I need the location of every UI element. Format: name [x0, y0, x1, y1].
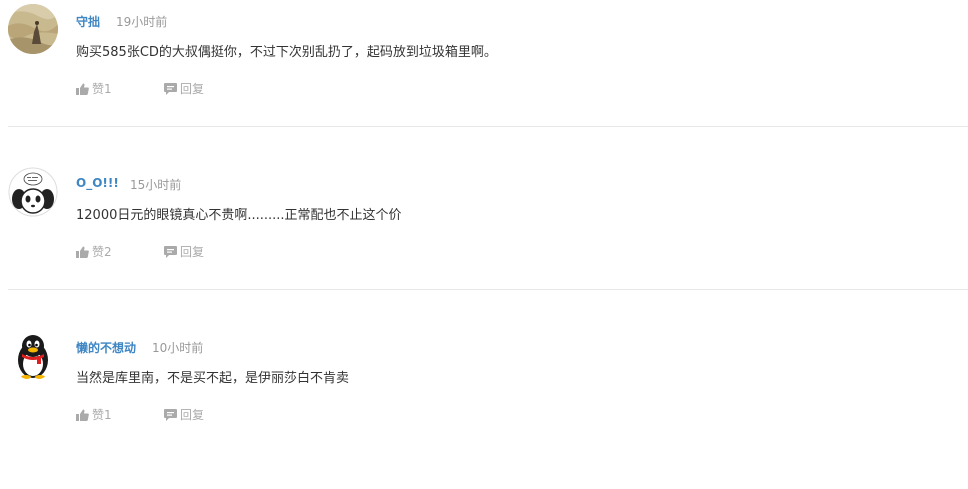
speech-bubble-icon — [164, 408, 177, 421]
like-count: 赞2 — [92, 245, 112, 259]
like-count: 赞1 — [92, 408, 112, 422]
comment-text: 12000日元的眼镜真心不贵啊.........正常配也不止这个价 — [76, 208, 402, 223]
divider — [8, 126, 968, 127]
thumbs-up-icon — [76, 83, 89, 95]
thumbs-up-icon — [76, 409, 89, 421]
comment-item: O_O!!! 15小时前 12000日元的眼镜真心不贵啊.........正常配… — [0, 163, 968, 326]
like-button[interactable]: 赞2 — [76, 243, 112, 260]
comment-item: 懒的不想动 10小时前 当然是库里南，不是买不起，是伊丽莎白不肯卖 赞1 回复 — [0, 326, 968, 489]
panda-avatar-image — [8, 167, 58, 217]
comment-item: 守拙 19小时前 购买585张CD的大叔偶挺你，不过下次别乱扔了，起码放到垃圾箱… — [0, 0, 968, 163]
reply-button[interactable]: 回复 — [164, 80, 204, 97]
like-button[interactable]: 赞1 — [76, 406, 112, 423]
landscape-avatar-image — [8, 4, 58, 54]
divider — [8, 289, 968, 290]
reply-button[interactable]: 回复 — [164, 406, 204, 423]
speech-bubble-icon — [164, 245, 177, 258]
username[interactable]: O_O!!! — [76, 176, 119, 190]
username[interactable]: 懒的不想动 — [76, 339, 136, 356]
comment-text: 购买585张CD的大叔偶挺你，不过下次别乱扔了，起码放到垃圾箱里啊。 — [76, 45, 497, 60]
timestamp: 15小时前 — [130, 178, 182, 192]
reply-label: 回复 — [180, 82, 205, 96]
comment-text: 当然是库里南，不是买不起，是伊丽莎白不肯卖 — [76, 371, 350, 386]
reply-button[interactable]: 回复 — [164, 243, 204, 260]
reply-label: 回复 — [180, 245, 205, 259]
like-button[interactable]: 赞1 — [76, 80, 112, 97]
avatar[interactable] — [8, 330, 58, 380]
speech-bubble-icon — [164, 82, 177, 95]
like-count: 赞1 — [92, 82, 112, 96]
username[interactable]: 守拙 — [76, 13, 100, 30]
timestamp: 19小时前 — [116, 15, 168, 29]
penguin-avatar-image — [8, 330, 58, 380]
thumbs-up-icon — [76, 246, 89, 258]
avatar[interactable] — [8, 4, 58, 54]
timestamp: 10小时前 — [152, 341, 204, 355]
avatar[interactable] — [8, 167, 58, 217]
reply-label: 回复 — [180, 408, 205, 422]
